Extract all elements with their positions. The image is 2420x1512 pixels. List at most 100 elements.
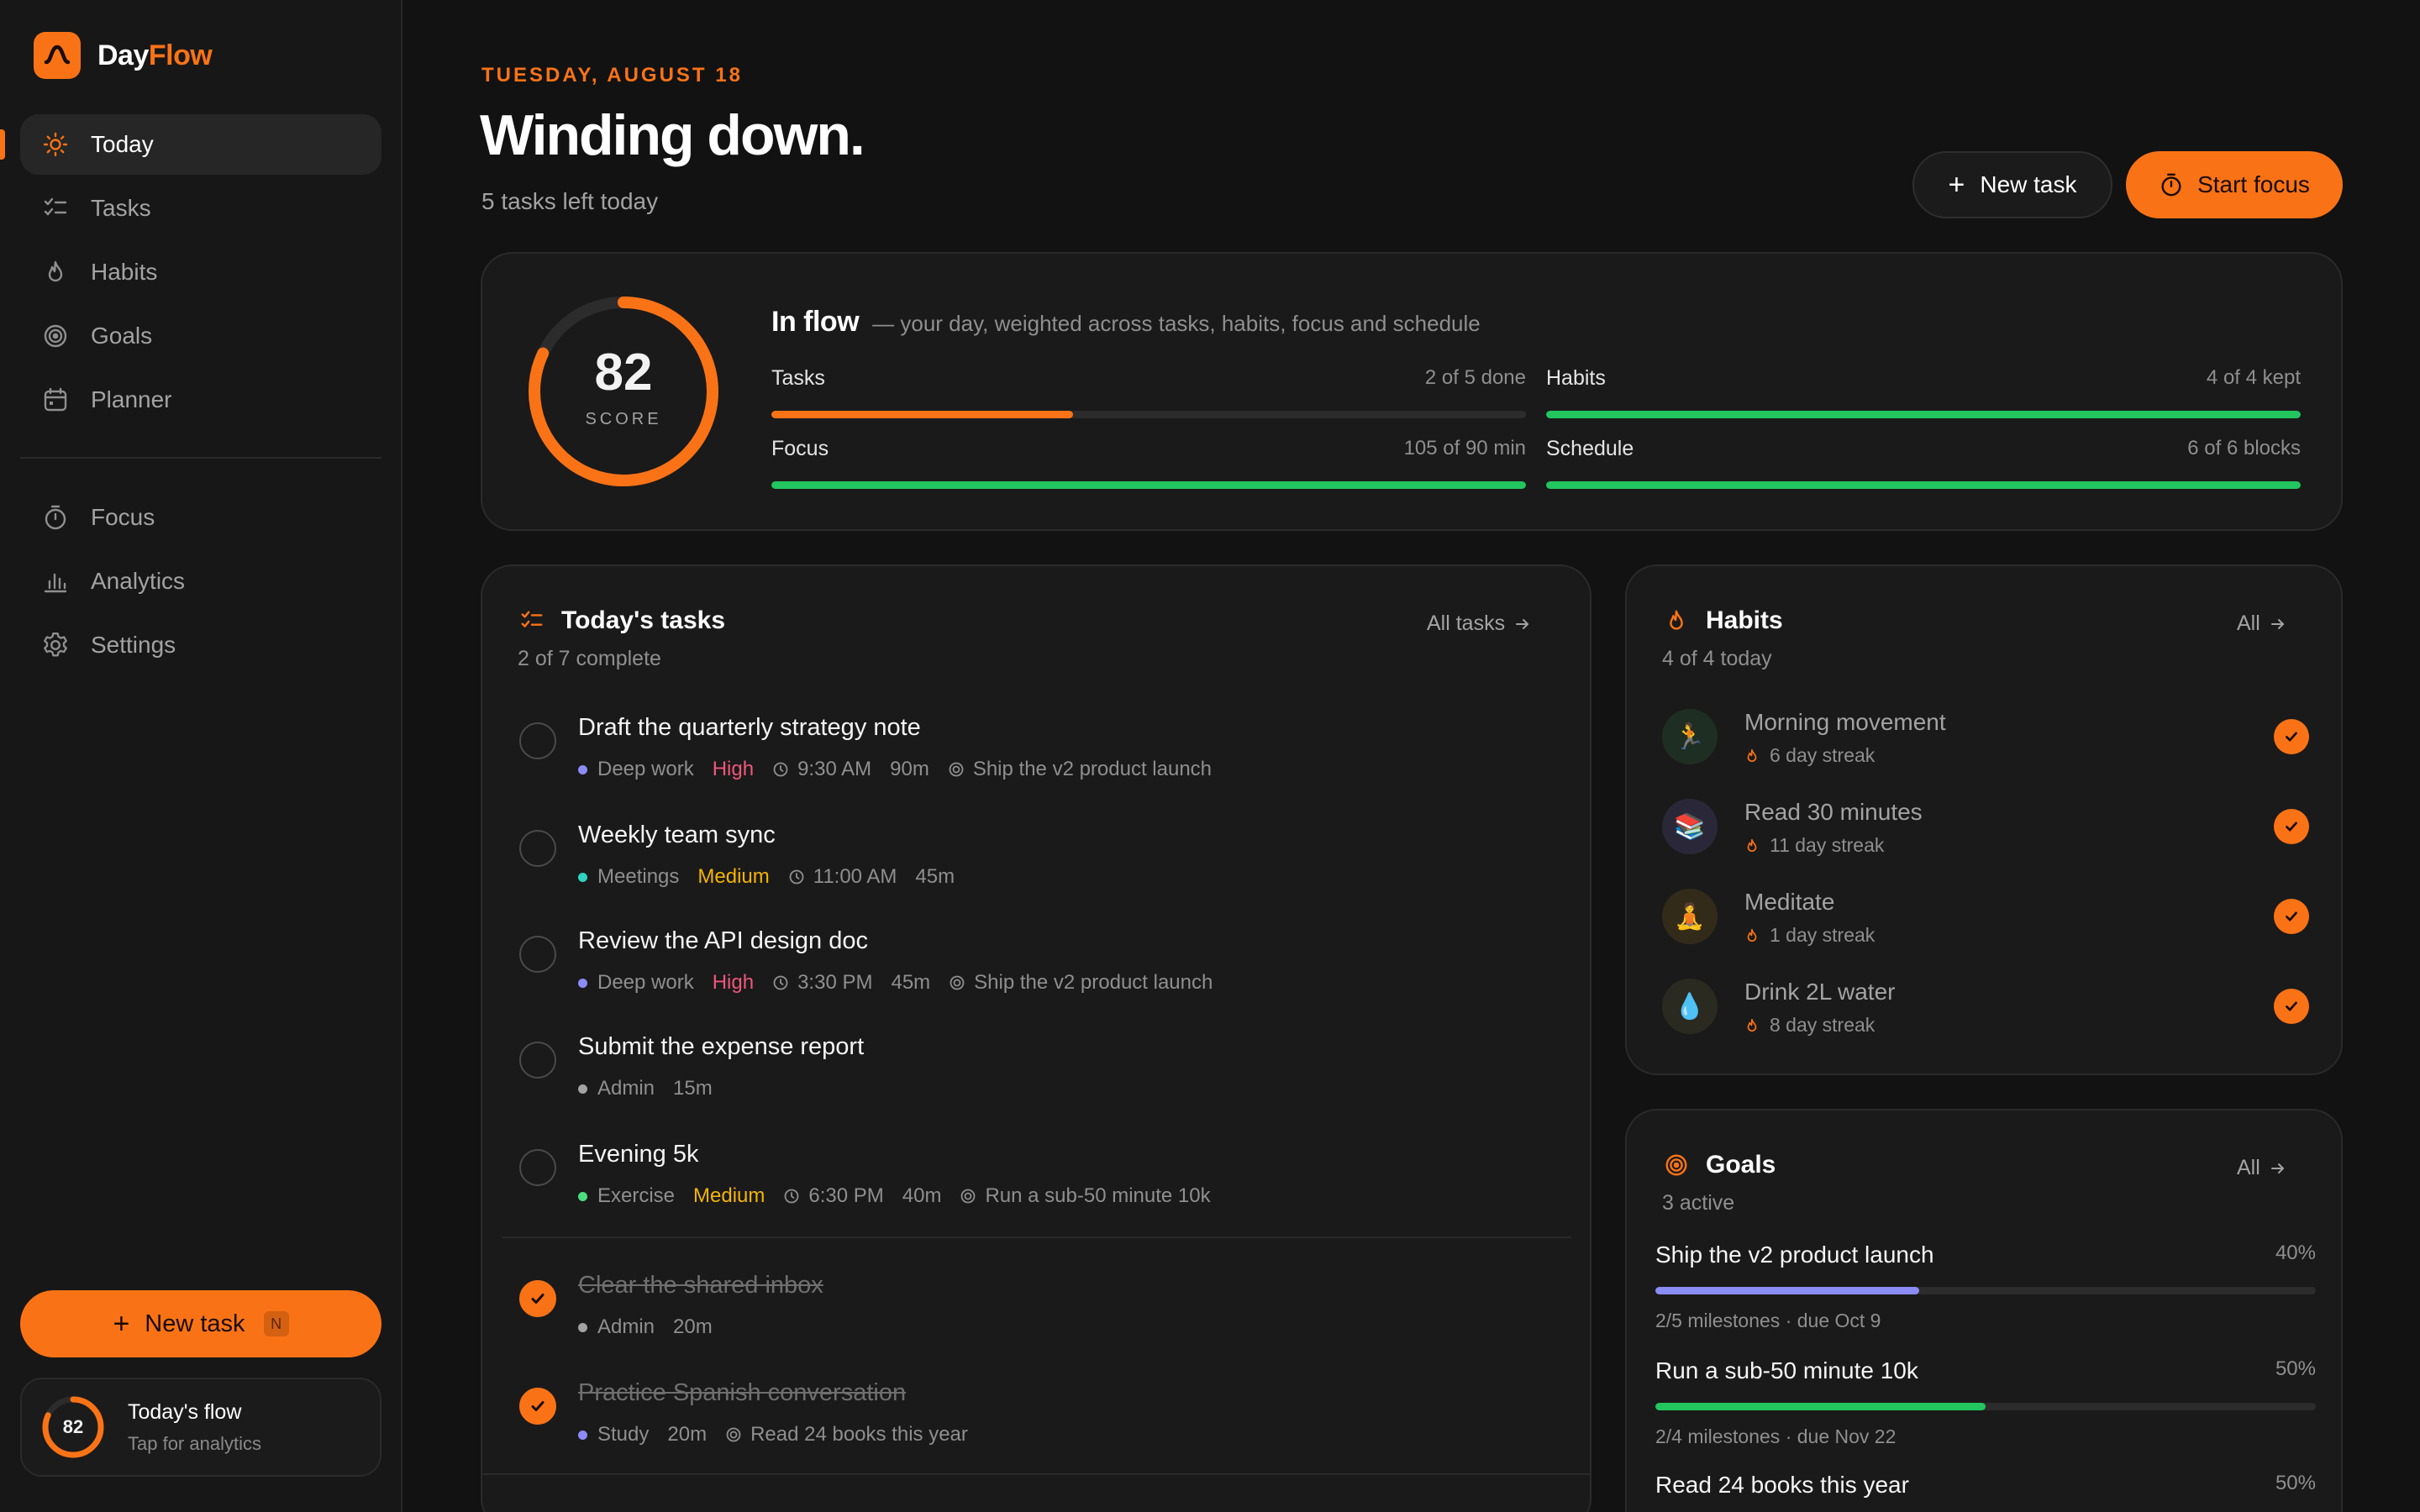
task-time: 11:00 AM [813,865,897,888]
nav-item-planner[interactable]: Planner [20,370,381,430]
metric-progress-bar [771,411,1526,418]
clock-icon [788,869,813,885]
check-icon [528,1289,548,1309]
task-checkbox[interactable] [519,1388,556,1425]
flow-title: Today's flow [128,1399,242,1424]
progress-fill [1655,1403,1986,1410]
streak-text: 11 day streak [1770,834,1885,856]
all-tasks-label: All tasks [1427,612,1506,635]
target-icon [725,1426,750,1443]
habit-avatar: 📚 [1662,799,1718,854]
start-focus-label: Start focus [2197,171,2310,197]
goal-milestones: 2/5 milestones · due Oct 9 [1655,1310,1881,1331]
nav-label: Habits [91,259,158,285]
habit-row[interactable]: 💧 Drink 2L water 8 day streak [1662,979,2309,1039]
app-name: DayFlow [97,39,213,71]
goals-card-subtitle: 3 active [1662,1191,1735,1215]
page-title: Winding down. [480,103,865,167]
task-title: Weekly team sync [578,822,776,848]
flame-icon [40,257,71,287]
task-duration: 40m [902,1184,942,1207]
category-dot [578,872,587,882]
arrow-right-icon [2269,1159,2287,1178]
habit-done-checkbox[interactable] [2274,899,2309,934]
category-dot [578,764,587,774]
task-category: Study [597,1423,650,1446]
flame-icon [1744,1018,1770,1033]
nav-label: Settings [91,632,176,658]
all-tasks-link[interactable]: All tasks [1427,612,1532,636]
goal-name: Ship the v2 product launch [1655,1242,1934,1268]
task-time: 6:30 PM [808,1184,884,1207]
task-priority: High [712,758,755,780]
new-task-button-label: New task [1980,171,2077,197]
nav-item-tasks[interactable]: Tasks [20,178,381,239]
gear-icon [40,630,71,660]
nav-item-goals[interactable]: Goals [20,306,381,366]
task-title: Clear the shared inbox [578,1272,823,1299]
flame-icon [1662,606,1691,635]
habit-done-checkbox[interactable] [2274,719,2309,754]
task-priority: Medium [693,1184,765,1207]
metric-focus: Focus 105 of 90 min [771,437,1526,489]
category-dot [578,978,587,988]
task-checkbox[interactable] [519,1280,556,1317]
goal-row[interactable]: Run a sub-50 minute 10k 50% 2/4 milestones… [1655,1357,2316,1448]
task-checkbox[interactable] [519,936,556,973]
habit-name: Read 30 minutes [1744,799,1923,825]
task-category: Admin [597,1315,655,1338]
task-duration: 45m [891,971,931,994]
progress-fill [1655,1287,1920,1294]
task-meta: Deep work High 9:30 AM 90m Ship the v2 produ… [578,758,1212,781]
all-goals-link[interactable]: All [2237,1156,2287,1180]
habit-done-checkbox[interactable] [2274,989,2309,1024]
progress-fill [1546,411,2301,418]
clock-icon [772,761,797,778]
todays-flow-card[interactable]: 82 Today's flow Tap for analytics [20,1378,381,1477]
metric-tasks: Tasks 2 of 5 done [771,366,1526,418]
task-duration: 45m [915,865,955,888]
metric-progress-bar [1546,481,2301,489]
habit-streak: 1 day streak [1744,924,1875,947]
habit-avatar: 💧 [1662,979,1718,1034]
metric-name: Habits [1546,366,1606,390]
timer-icon [2159,172,2184,197]
goal-milestones: 2/4 milestones · due Nov 22 [1655,1425,1897,1447]
metric-value: 6 of 6 blocks [2187,437,2301,459]
goal-row[interactable]: Ship the v2 product launch 40% 2/5 milesto… [1655,1242,2316,1332]
progress-fill [771,411,1074,418]
task-checkbox[interactable] [519,830,556,867]
habit-done-checkbox[interactable] [2274,809,2309,844]
goal-row[interactable]: Read 24 books this year 50% [1655,1472,2316,1512]
metric-habits: Habits 4 of 4 kept [1546,366,2301,418]
nav-item-settings[interactable]: Settings [20,615,381,675]
nav-item-habits[interactable]: Habits [20,242,381,302]
sun-icon [40,129,71,160]
task-checkbox[interactable] [519,722,556,759]
calendar-icon [40,385,71,415]
all-habits-link[interactable]: All [2237,612,2287,636]
new-task-button[interactable]: + New task [1912,151,2112,218]
habit-row[interactable]: 📚 Read 30 minutes 11 day streak [1662,799,2309,859]
category-dot [578,1322,587,1332]
tasks-card-subtitle: 2 of 7 complete [518,647,661,670]
nav-item-today[interactable]: Today [0,114,381,175]
start-focus-button[interactable]: Start focus [2126,151,2343,218]
nav-divider [20,457,381,459]
task-checkbox[interactable] [519,1042,556,1079]
secondary-nav: Focus Analytics Settings [20,487,381,679]
target-icon [960,1188,985,1205]
sidebar-new-task-button[interactable]: + New task N [20,1290,381,1357]
nav-item-analytics[interactable]: Analytics [20,551,381,612]
category-dot [578,1084,587,1094]
task-checkbox[interactable] [519,1149,556,1186]
habit-streak: 6 day streak [1744,744,1875,767]
habit-row[interactable]: 🏃 Morning movement 6 day streak [1662,709,2309,769]
bar-chart-icon [40,566,71,596]
task-title: Review the API design doc [578,927,868,954]
task-duration: 15m [673,1077,713,1100]
brand[interactable]: DayFlow [34,32,213,79]
nav-item-focus[interactable]: Focus [20,487,381,548]
task-meta: Admin 15m [578,1077,713,1100]
habit-row[interactable]: 🧘 Meditate 1 day streak [1662,889,2309,949]
